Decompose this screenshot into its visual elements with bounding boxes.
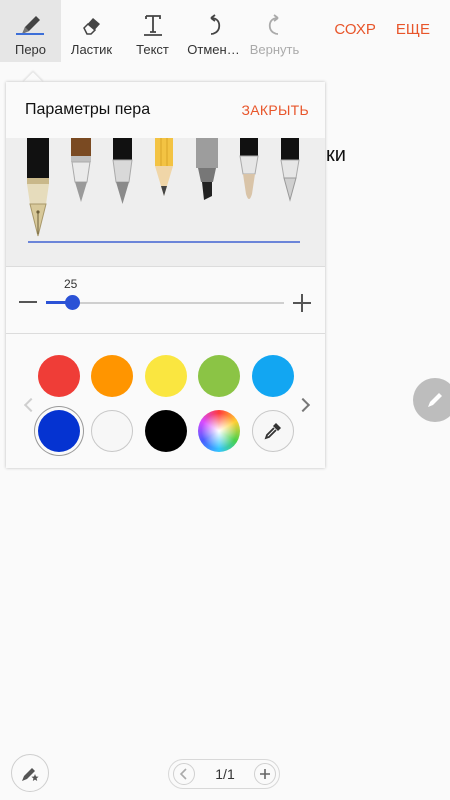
color-black[interactable] — [145, 410, 187, 452]
canvas-text: ки — [326, 144, 346, 166]
pen-settings-panel: Параметры пера ЗАКРЫТЬ 25 — [6, 82, 325, 468]
color-orange[interactable] — [91, 355, 133, 397]
eyedropper-button[interactable] — [252, 410, 294, 452]
pencil-option[interactable] — [155, 138, 173, 196]
redo-icon — [262, 12, 288, 38]
tool-pen-label: Перо — [14, 42, 47, 57]
fineliner-option[interactable] — [280, 138, 300, 202]
pen-type-selector — [6, 138, 325, 266]
undo-button[interactable]: Отмен… — [183, 0, 244, 62]
color-yellow[interactable] — [145, 355, 187, 397]
pen-star-icon — [22, 768, 39, 781]
tool-text-label: Текст — [136, 42, 169, 57]
pen-icon — [428, 393, 442, 407]
chevron-left-icon[interactable] — [23, 397, 39, 413]
marker-option[interactable] — [196, 138, 218, 200]
color-white[interactable] — [91, 410, 133, 452]
decrease-size-button[interactable] — [19, 301, 37, 303]
increase-size-icon — [301, 294, 303, 312]
undo-label: Отмен… — [187, 42, 240, 57]
save-button[interactable]: СОХР — [324, 0, 386, 62]
fountain-pen-option[interactable] — [27, 138, 49, 237]
tool-text[interactable]: Текст — [122, 0, 183, 62]
more-button[interactable]: ЕЩЕ — [386, 0, 450, 62]
add-page-button[interactable] — [254, 763, 276, 785]
eraser-icon — [79, 12, 105, 38]
color-palette — [6, 334, 325, 468]
text-icon — [140, 12, 166, 38]
panel-title: Параметры пера — [25, 101, 151, 118]
pen-size-value: 25 — [64, 277, 78, 291]
panel-header: Параметры пера ЗАКРЫТЬ — [6, 82, 325, 138]
redo-button[interactable]: Вернуть — [244, 0, 305, 62]
chevron-left-icon — [179, 768, 187, 780]
pen-color-indicator — [16, 33, 44, 35]
redo-label: Вернуть — [249, 42, 300, 57]
prev-page-button[interactable] — [173, 763, 195, 785]
page-navigator: 1/1 — [168, 759, 280, 789]
color-green[interactable] — [198, 355, 240, 397]
tool-eraser[interactable]: Ластик — [61, 0, 122, 62]
toolbar: Перо Ластик Текст Отмен… Вернуть СОХР ЕЩ… — [0, 0, 450, 62]
eyedropper-icon — [264, 423, 281, 440]
color-blue[interactable] — [38, 410, 80, 452]
favorite-pens-button[interactable] — [11, 754, 49, 792]
color-spectrum-picker[interactable] — [198, 410, 240, 452]
floating-pen-button[interactable] — [413, 378, 450, 422]
page-count: 1/1 — [215, 766, 235, 782]
close-button[interactable]: ЗАКРЫТЬ — [241, 102, 309, 118]
tool-eraser-label: Ластик — [70, 42, 113, 57]
pen-preview-stroke — [28, 241, 300, 243]
chevron-right-icon[interactable] — [295, 397, 311, 413]
brush-option[interactable] — [239, 138, 259, 199]
color-light-blue[interactable] — [252, 355, 294, 397]
size-slider-track[interactable] — [46, 302, 284, 304]
size-slider-thumb[interactable] — [65, 295, 80, 310]
ballpoint-pen-option[interactable] — [112, 138, 133, 204]
calligraphy-pen-option[interactable] — [71, 138, 91, 202]
pen-size-control: 25 — [6, 266, 325, 334]
plus-icon — [260, 769, 270, 779]
color-red[interactable] — [38, 355, 80, 397]
tool-pen[interactable]: Перо — [0, 0, 61, 62]
undo-icon — [201, 12, 227, 38]
